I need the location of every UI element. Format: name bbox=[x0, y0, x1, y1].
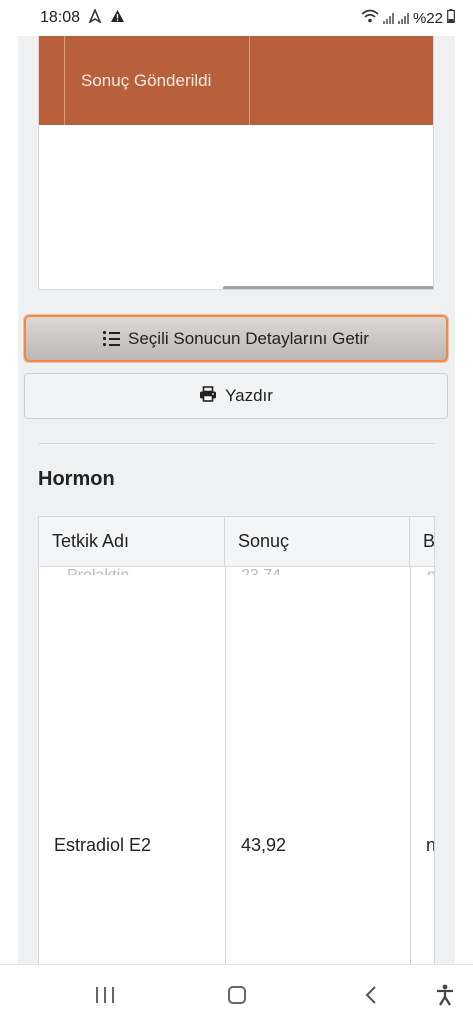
battery-icon bbox=[447, 9, 455, 27]
table-row[interactable]: Estradiol E2 43,92 n bbox=[39, 833, 434, 857]
horizontal-scrollbar[interactable] bbox=[223, 286, 433, 289]
signal-icon-2 bbox=[397, 12, 409, 24]
column-header-test-name[interactable]: Tetkik Adı bbox=[39, 517, 225, 566]
home-button[interactable] bbox=[212, 965, 262, 1024]
status-cell: Sonuç Gönderildi bbox=[65, 36, 250, 125]
page-content: Sonuç Gönderildi Seçili Sonucun Detaylar… bbox=[18, 36, 455, 964]
list-icon bbox=[103, 331, 121, 346]
status-time: 18:08 bbox=[40, 9, 81, 26]
section-divider bbox=[38, 443, 435, 444]
back-icon[interactable] bbox=[346, 965, 396, 1024]
accessibility-icon[interactable] bbox=[422, 965, 468, 1024]
hormone-results-table[interactable]: Tetkik Adı Sonuç B Prolaktin 23,74 n Est… bbox=[38, 516, 435, 964]
table-header: Tetkik Adı Sonuç B bbox=[39, 517, 434, 567]
status-bar: 18:08 %22 bbox=[0, 0, 473, 36]
location-icon bbox=[88, 7, 102, 28]
recents-icon[interactable] bbox=[80, 965, 130, 1024]
print-button[interactable]: Yazdır bbox=[24, 373, 448, 419]
section-title: Hormon bbox=[38, 468, 115, 490]
result-cell: 43,92 bbox=[241, 834, 287, 855]
get-details-button[interactable]: Seçili Sonucun Detaylarını Getir bbox=[24, 315, 448, 362]
column-header-result[interactable]: Sonuç bbox=[225, 517, 410, 566]
table-cell bbox=[250, 36, 433, 125]
column-divider bbox=[225, 567, 226, 964]
scrolled-row-fragment: n bbox=[427, 567, 434, 575]
print-label: Yazdır bbox=[225, 386, 273, 405]
table-body: Prolaktin 23,74 n Estradiol E2 43,92 n bbox=[39, 567, 434, 964]
home-icon bbox=[228, 986, 246, 1004]
test-name-cell: Estradiol E2 bbox=[54, 834, 152, 855]
printer-icon bbox=[199, 385, 217, 407]
unit-cell: n bbox=[410, 835, 434, 856]
scrolled-row-fragment: 23,74 bbox=[241, 567, 281, 575]
navigation-bar bbox=[0, 964, 473, 1024]
alert-icon bbox=[110, 9, 125, 28]
column-header-reference[interactable]: B bbox=[410, 517, 434, 566]
column-divider bbox=[410, 567, 411, 964]
wifi-icon bbox=[361, 9, 379, 27]
selected-table-row[interactable]: Sonuç Gönderildi bbox=[39, 36, 433, 125]
results-list-table: Sonuç Gönderildi bbox=[38, 36, 434, 290]
scrolled-row-fragment: Prolaktin bbox=[67, 567, 129, 575]
get-details-label: Seçili Sonucun Detaylarını Getir bbox=[128, 328, 369, 348]
table-cell bbox=[39, 36, 65, 125]
signal-icon bbox=[382, 12, 394, 24]
battery-text: %22 bbox=[412, 9, 443, 27]
